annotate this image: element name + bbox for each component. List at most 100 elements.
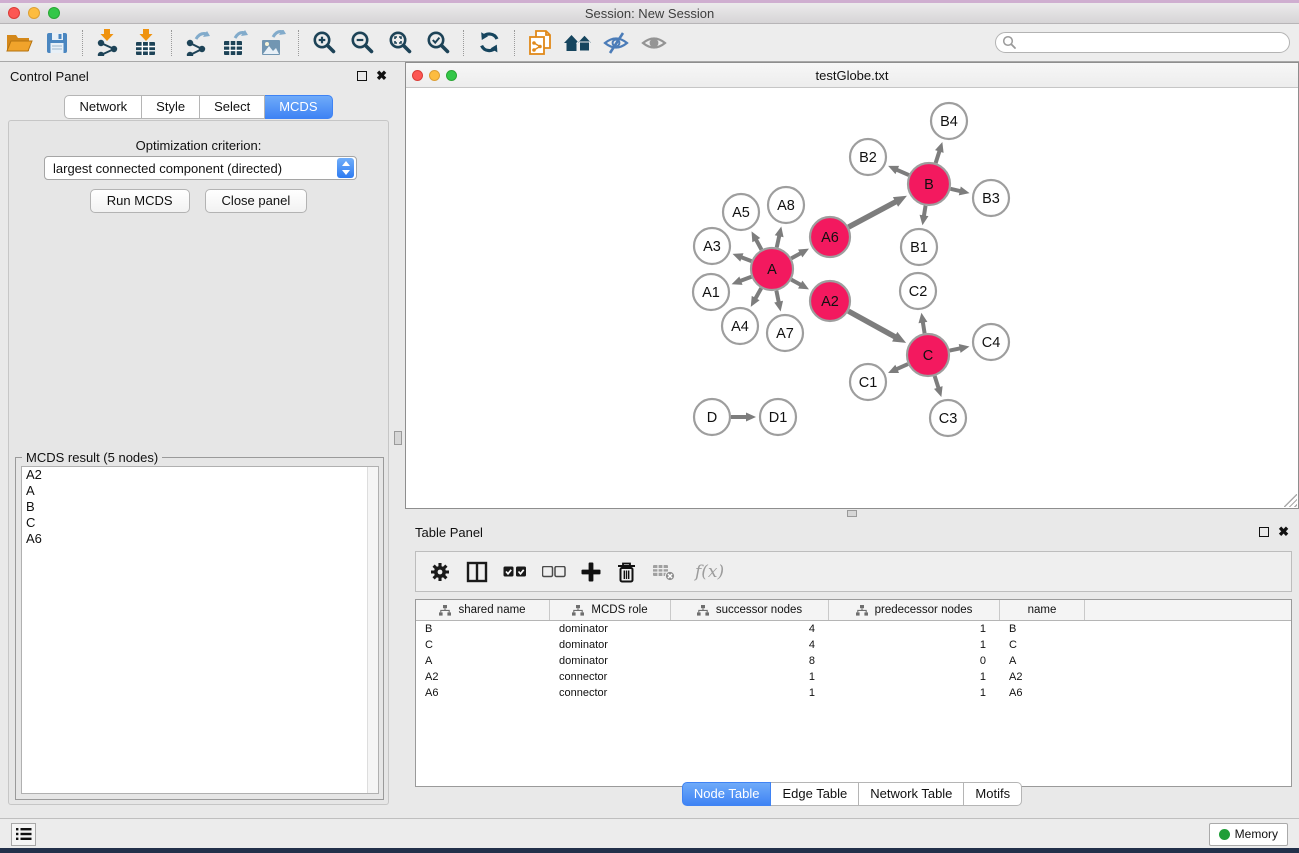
column-header-name[interactable]: name	[1000, 600, 1085, 620]
column-header-MCDS-role[interactable]: MCDS role	[550, 600, 671, 620]
close-network-window-button[interactable]	[412, 70, 423, 81]
table-row[interactable]: Adominator80A	[416, 653, 1291, 669]
graph-edge-A2-C[interactable]	[848, 311, 896, 337]
import-table-button[interactable]	[127, 26, 165, 60]
tab-network[interactable]: Network	[64, 95, 142, 119]
graph-node-B[interactable]: B	[908, 163, 950, 205]
result-list-item[interactable]: A	[22, 483, 378, 499]
graph-node-C2[interactable]: C2	[900, 273, 936, 309]
table-row[interactable]: Cdominator41C	[416, 637, 1291, 653]
graph-node-A2[interactable]: A2	[810, 281, 850, 321]
tab-select[interactable]: Select	[200, 95, 265, 119]
select-all-columns-button[interactable]	[503, 566, 527, 578]
graph-edge-A6-B[interactable]	[849, 201, 898, 227]
graph-node-A8[interactable]: A8	[768, 187, 804, 223]
column-header-predecessor-nodes[interactable]: predecessor nodes	[829, 600, 1000, 620]
show-column-panel-button[interactable]	[466, 561, 488, 583]
result-list-scrollbar[interactable]	[367, 467, 378, 793]
result-list-item[interactable]: C	[22, 515, 378, 531]
close-panel-icon[interactable]: ✖	[376, 71, 387, 81]
table-row[interactable]: Bdominator41B	[416, 621, 1291, 637]
graph-node-C[interactable]: C	[907, 334, 949, 376]
node-label: A8	[777, 198, 795, 214]
create-new-column-button[interactable]	[581, 562, 601, 582]
graph-node-B4[interactable]: B4	[931, 103, 967, 139]
open-session-button[interactable]	[0, 26, 38, 60]
criterion-select[interactable]: largest connected component (directed)	[44, 156, 357, 180]
hide-graphics-details-button[interactable]	[597, 26, 635, 60]
search-field[interactable]	[995, 32, 1290, 53]
first-neighbors-button[interactable]	[559, 26, 597, 60]
tab-edge-table[interactable]: Edge Table	[771, 782, 859, 806]
graph-node-A3[interactable]: A3	[694, 228, 730, 264]
search-input[interactable]	[1017, 34, 1289, 51]
zoom-fit-button[interactable]	[381, 26, 419, 60]
graph-edge-A-A4[interactable]	[755, 288, 762, 300]
save-session-button[interactable]	[38, 26, 76, 60]
import-network-button[interactable]	[89, 26, 127, 60]
zoom-in-button[interactable]	[305, 26, 343, 60]
graph-edge-A-A8[interactable]	[777, 234, 780, 247]
delete-table-button[interactable]	[652, 562, 676, 582]
column-header-shared-name[interactable]: shared name	[416, 600, 550, 620]
function-builder-button[interactable]: f(x)	[695, 562, 724, 582]
horizontal-splitter-handle[interactable]	[847, 510, 857, 517]
tab-network-table[interactable]: Network Table	[859, 782, 964, 806]
float-panel-icon[interactable]	[1259, 527, 1269, 537]
graph-edge-C-C3[interactable]	[935, 376, 939, 389]
column-header-successor-nodes[interactable]: successor nodes	[671, 600, 829, 620]
tab-style[interactable]: Style	[142, 95, 200, 119]
zoom-out-button[interactable]	[343, 26, 381, 60]
graph-node-A6[interactable]: A6	[810, 217, 850, 257]
graph-node-D1[interactable]: D1	[760, 399, 796, 435]
close-window-button[interactable]	[8, 7, 20, 19]
table-settings-button[interactable]	[429, 561, 451, 583]
graph-edge-B-B2[interactable]	[895, 169, 908, 175]
graph-node-B2[interactable]: B2	[850, 139, 886, 175]
tab-motifs[interactable]: Motifs	[964, 782, 1022, 806]
close-panel-icon[interactable]: ✖	[1278, 527, 1289, 537]
zoom-selected-button[interactable]	[419, 26, 457, 60]
result-list-item[interactable]: A6	[22, 531, 378, 547]
graph-node-C4[interactable]: C4	[973, 324, 1009, 360]
graph-node-A5[interactable]: A5	[723, 194, 759, 230]
show-panels-menu-button[interactable]	[11, 823, 36, 846]
minimize-window-button[interactable]	[28, 7, 40, 19]
show-graphics-details-button[interactable]	[635, 26, 673, 60]
clone-network-button[interactable]	[521, 26, 559, 60]
export-table-button[interactable]	[216, 26, 254, 60]
graph-node-C1[interactable]: C1	[850, 364, 886, 400]
window-resize-grip[interactable]	[1284, 494, 1297, 507]
graph-node-A7[interactable]: A7	[767, 315, 803, 351]
tab-node-table[interactable]: Node Table	[682, 782, 772, 806]
unselect-all-columns-button[interactable]	[542, 566, 566, 578]
delete-columns-button[interactable]	[616, 561, 637, 583]
zoom-window-button[interactable]	[48, 7, 60, 19]
vertical-splitter-handle[interactable]	[394, 431, 402, 445]
minimize-network-window-button[interactable]	[429, 70, 440, 81]
graph-node-A1[interactable]: A1	[693, 274, 729, 310]
refresh-view-button[interactable]	[470, 26, 508, 60]
table-row[interactable]: A2connector11A2	[416, 669, 1291, 685]
mcds-result-list[interactable]: A2ABCA6	[21, 466, 379, 794]
table-row[interactable]: A6connector11A6	[416, 685, 1291, 701]
close-panel-button[interactable]: Close panel	[205, 189, 308, 213]
result-list-item[interactable]: A2	[22, 467, 378, 483]
graph-node-C3[interactable]: C3	[930, 400, 966, 436]
graph-node-B3[interactable]: B3	[973, 180, 1009, 216]
graph-node-B1[interactable]: B1	[901, 229, 937, 265]
graph-edge-C-C1[interactable]	[895, 364, 908, 370]
run-mcds-button[interactable]: Run MCDS	[90, 189, 190, 213]
zoom-network-window-button[interactable]	[446, 70, 457, 81]
result-list-item[interactable]: B	[22, 499, 378, 515]
graph-edge-B-B4[interactable]	[936, 150, 940, 163]
network-graph-canvas[interactable]: A A1 A2 A3 A4 A5 A6 A7 A8 B B1 B2 B3 B4 C C1 C2 C3 C4 D D1	[406, 88, 1298, 508]
tab-mcds[interactable]: MCDS	[265, 95, 332, 119]
float-panel-icon[interactable]	[357, 71, 367, 81]
graph-node-D[interactable]: D	[694, 399, 730, 435]
export-image-button[interactable]	[254, 26, 292, 60]
export-network-button[interactable]	[178, 26, 216, 60]
memory-button[interactable]: Memory	[1209, 823, 1288, 846]
graph-node-A4[interactable]: A4	[722, 308, 758, 344]
graph-node-A[interactable]: A	[751, 248, 793, 290]
